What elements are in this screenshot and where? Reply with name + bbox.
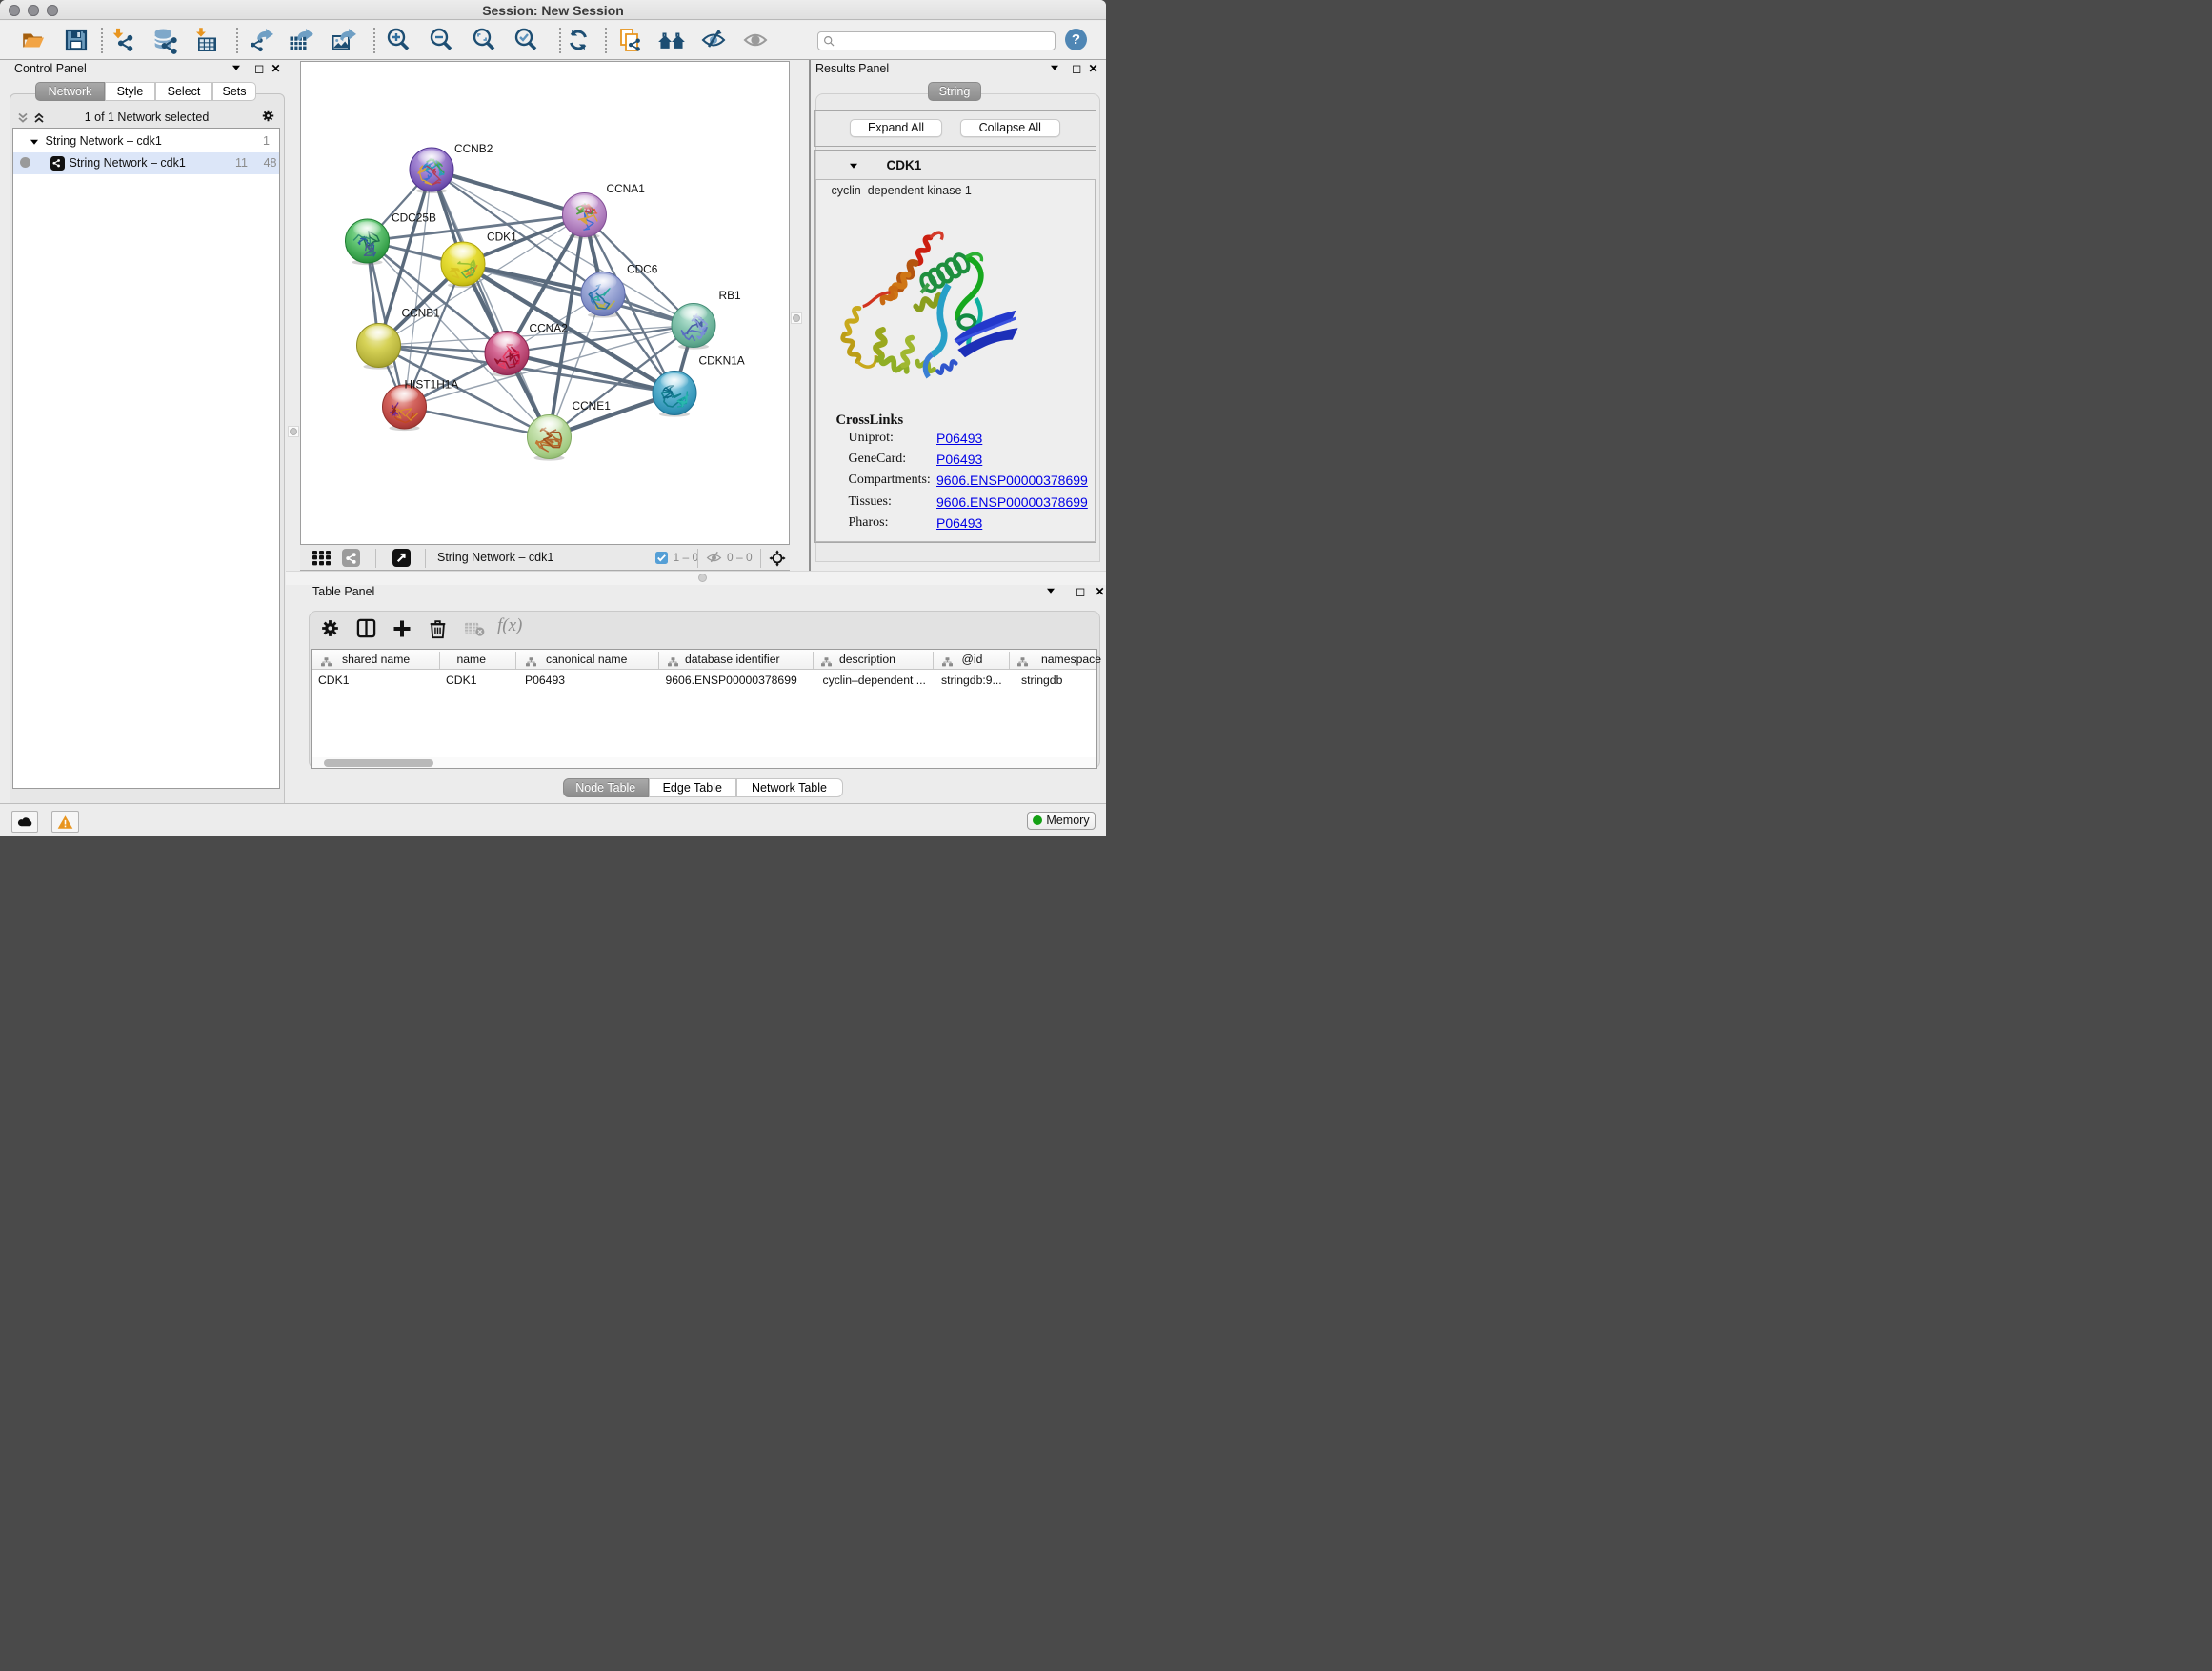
- svg-text:CCNA2: CCNA2: [529, 321, 568, 334]
- svg-text:CDC25B: CDC25B: [392, 211, 436, 224]
- svg-text:CCNB2: CCNB2: [454, 142, 493, 155]
- svg-text:CDK1: CDK1: [487, 230, 517, 243]
- svg-text:CCNA1: CCNA1: [606, 182, 645, 195]
- svg-text:CDKN1A: CDKN1A: [698, 353, 744, 367]
- svg-text:CCNB1: CCNB1: [401, 306, 440, 319]
- svg-text:CCNE1: CCNE1: [572, 399, 611, 413]
- svg-text:CDC6: CDC6: [627, 262, 658, 275]
- svg-text:RB1: RB1: [718, 289, 741, 302]
- svg-text:HIST1H1A: HIST1H1A: [404, 377, 458, 391]
